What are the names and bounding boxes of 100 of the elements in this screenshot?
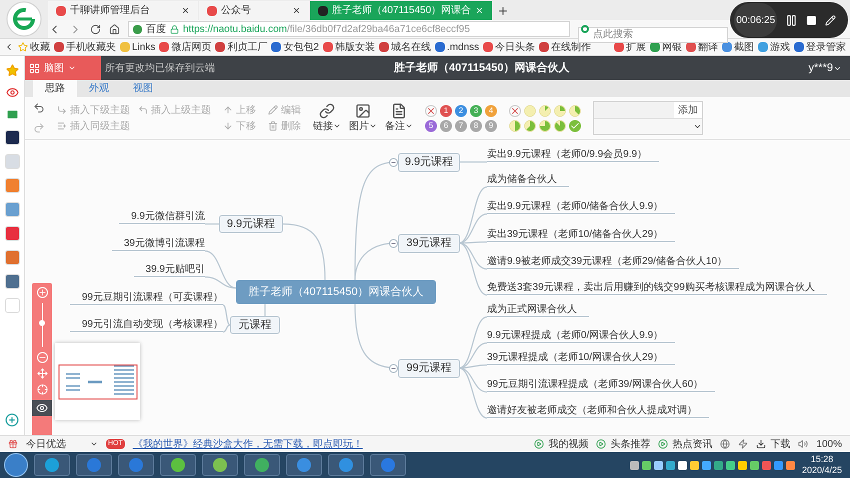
download-link[interactable]: 下载	[756, 436, 790, 452]
zoom-slider[interactable]	[37, 303, 47, 347]
progress-icon[interactable]	[554, 120, 566, 132]
address-bar[interactable]: 百度 https://naotu.baidu.com/file/36db0f7d2af29ba46a71ce6cf8eccf95	[128, 21, 570, 37]
subtopic[interactable]: 卖出9.9元课程（老师0/储备合伙人9.9）	[487, 200, 676, 214]
move-icon[interactable]	[36, 368, 48, 379]
news-link[interactable]: 《我的世界》经典沙盒大作，无需下载，即点即玩！	[132, 436, 363, 452]
check-icon[interactable]	[569, 120, 581, 132]
topic-node[interactable]: 9.9元课程	[398, 153, 460, 172]
taskbar-app[interactable]	[160, 454, 196, 476]
taskbar-app[interactable]	[370, 454, 406, 476]
progress-icon[interactable]	[554, 104, 566, 116]
status-link[interactable]: 头条推荐	[596, 436, 650, 452]
progress-icon[interactable]	[539, 104, 551, 116]
topic-node[interactable]: 元课程	[230, 316, 280, 334]
close-icon[interactable]	[292, 6, 301, 15]
subtopic[interactable]: 邀请好友被老师成交（老师和合伙人提成对调）	[487, 404, 709, 418]
bookmark[interactable]: 在线制作	[539, 40, 592, 54]
collapse-icon[interactable]	[389, 364, 398, 373]
taskbar-app[interactable]	[328, 454, 364, 476]
bookmark[interactable]: 今日头条	[483, 40, 536, 54]
bookmark[interactable]: 收藏	[18, 40, 50, 54]
site-name: 百度	[146, 22, 166, 36]
progress-icon[interactable]	[539, 120, 551, 132]
subtopic[interactable]: 邀请9.9被老师成交39元课程（老师29/储备合伙人10）	[487, 255, 740, 269]
taskbar-app[interactable]	[202, 454, 238, 476]
status-link[interactable]: 热点资讯	[658, 436, 712, 452]
bookmark[interactable]: 微店网页	[159, 40, 212, 54]
bookmark[interactable]: 手机收藏夹	[54, 40, 116, 54]
subtopic[interactable]: 39元课程提成（老师10/网课合伙人29）	[487, 351, 676, 365]
subtopic[interactable]: 99元引流自动变现（考核课程）	[70, 318, 223, 332]
new-tab-icon[interactable]	[497, 5, 509, 17]
toolbar-dropdown[interactable]: 链接	[313, 102, 341, 134]
undo-icon[interactable]	[33, 102, 45, 114]
slider-thumb[interactable]	[39, 320, 45, 326]
subtopic[interactable]: 99元豆期引流课程提成（老师39/网课合伙人60）	[487, 378, 716, 392]
bookmark[interactable]: 利贞工厂	[215, 40, 268, 54]
tab[interactable]: 思路	[33, 80, 77, 97]
bookmark[interactable]: 女包包2	[271, 40, 319, 54]
home-icon[interactable]	[109, 24, 120, 34]
user-menu[interactable]: y***9	[808, 60, 842, 76]
add-icon[interactable]	[5, 413, 19, 427]
clear-progress-icon[interactable]	[509, 104, 521, 116]
redo-icon[interactable]	[33, 122, 45, 134]
subtopic[interactable]: 成为正式网课合伙人	[487, 303, 589, 317]
topic-node[interactable]: 99元课程	[398, 359, 460, 378]
toolbar-item[interactable]: 截图	[722, 40, 754, 54]
subtopic[interactable]: 成为储备合伙人	[487, 173, 569, 187]
bookmark[interactable]: 城名在线	[378, 40, 431, 54]
collapse-icon[interactable]	[389, 239, 398, 248]
tab[interactable]: 视图	[121, 80, 165, 97]
bookmark-icon	[539, 42, 550, 52]
status-link[interactable]: 我的视频	[534, 436, 588, 452]
tag-input-field[interactable]	[594, 102, 674, 118]
progress-icon[interactable]	[569, 104, 581, 116]
eye-icon[interactable]	[6, 86, 18, 99]
locate-icon[interactable]	[36, 384, 48, 395]
volume-icon[interactable]	[798, 439, 808, 449]
bookmark[interactable]: Links	[120, 40, 156, 54]
taskbar-app[interactable]	[34, 454, 70, 476]
topic-node[interactable]: 9.9元课程	[219, 215, 283, 233]
topic-node[interactable]: 39元课程	[398, 234, 460, 253]
collapse-icon[interactable]	[389, 158, 398, 167]
bookmark[interactable]: .mdnss	[434, 40, 480, 54]
toolbar-item[interactable]: 登录管家	[794, 40, 846, 54]
subtopic[interactable]: 卖出39元课程（老师10/储备合伙人29）	[487, 228, 676, 242]
reload-icon[interactable]	[90, 24, 101, 34]
globe-icon[interactable]	[720, 439, 730, 449]
zoom-out-icon[interactable]	[36, 352, 48, 363]
subtopic[interactable]: 9.9元微信群引流	[119, 210, 205, 224]
pen-icon[interactable]	[825, 14, 836, 26]
bookmark[interactable]: 韩版女装	[322, 40, 375, 54]
taskbar-app[interactable]	[244, 454, 280, 476]
app-icon[interactable]	[4, 130, 20, 145]
subtopic[interactable]: 99元豆期引流课程（可卖课程）	[70, 291, 223, 305]
zap-icon[interactable]	[738, 439, 748, 449]
priority-icon[interactable]: 5	[425, 120, 437, 132]
star-icon[interactable]	[6, 64, 18, 77]
clear-priority-icon[interactable]	[425, 104, 437, 116]
toolbar-item[interactable]: 游戏	[758, 40, 790, 54]
subtopic[interactable]: 免费送3套39元课程，卖出后用赚到的钱交99购买考核课程成为网课合伙人	[487, 281, 827, 295]
progress-icon[interactable]	[524, 120, 536, 132]
taskbar-app[interactable]	[286, 454, 322, 476]
toolbar-dropdown[interactable]: 备注	[385, 102, 413, 134]
minimap-toggle[interactable]	[32, 400, 52, 416]
close-icon[interactable]	[181, 6, 190, 15]
subtopic[interactable]: 39.9元贴吧引	[134, 263, 205, 277]
start-button[interactable]	[4, 453, 28, 477]
subtopic[interactable]: 卖出9.9元课程（老师0/9.9会员9.9）	[487, 148, 660, 162]
pause-icon[interactable]	[785, 14, 798, 26]
search-field[interactable]: 点此搜索	[578, 26, 728, 42]
progress-icon[interactable]	[509, 120, 521, 132]
browser-tab[interactable]: 公众号	[199, 1, 309, 20]
subtopic[interactable]: 9.9元课程提成（老师0/网课合伙人9.9）	[487, 329, 676, 343]
subtopic[interactable]: 39元微博引流课程	[112, 237, 205, 251]
zoom-in-icon[interactable]	[36, 287, 48, 298]
priority-icon[interactable]: 1	[440, 104, 452, 116]
toolbar-dropdown[interactable]: 图片	[349, 102, 377, 134]
stop-icon[interactable]	[806, 14, 818, 26]
browser-tab[interactable]: 千聊讲师管理后台	[48, 1, 198, 20]
